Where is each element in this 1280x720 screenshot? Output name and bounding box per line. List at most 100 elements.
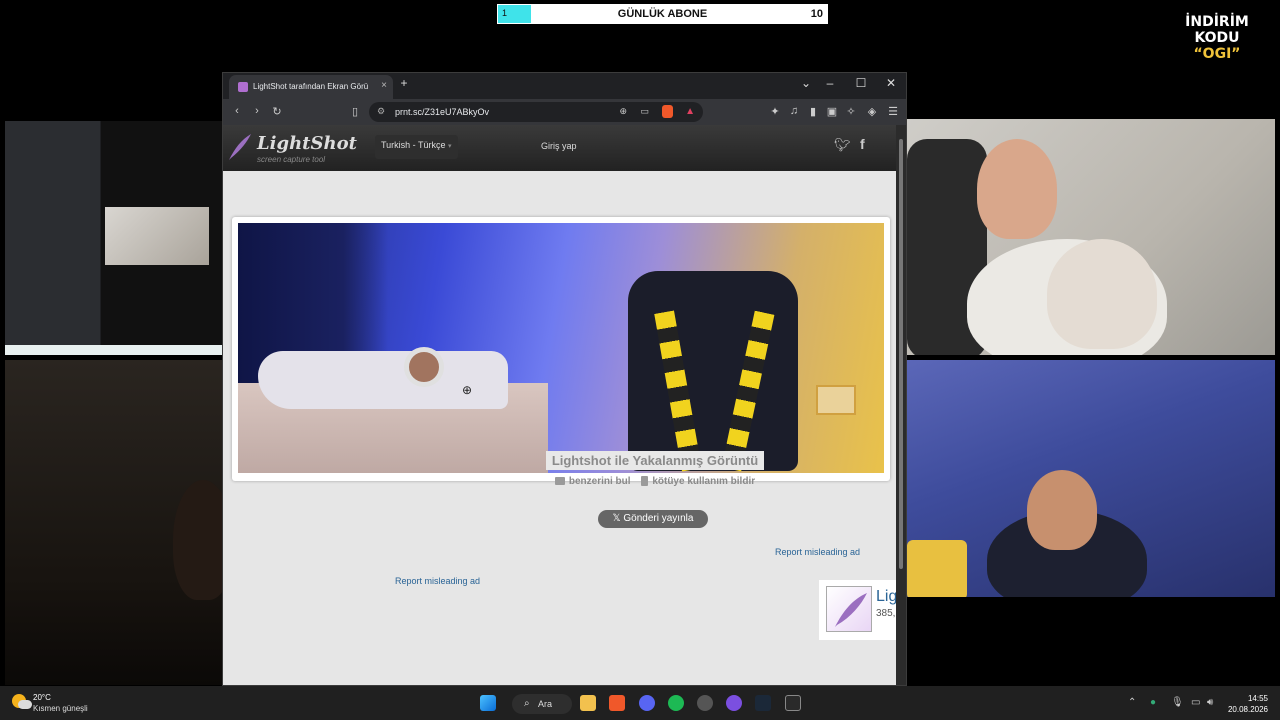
address-bar[interactable]: ⚙ prnt.sc/Z31eU7ABkyOv ⊕ ▭ ▲ (369, 102, 703, 122)
tab-close-icon[interactable]: × (381, 80, 387, 91)
screenshot-frame: ⊕ (232, 217, 890, 481)
cast-icon[interactable]: ▭ (640, 106, 649, 117)
browser-toolbar: ‹ › ↻ ▯ ⚙ prnt.sc/Z31eU7ABkyOv ⊕ ▭ ▲ ✦ ♫… (223, 99, 906, 125)
new-tab-button[interactable]: + (393, 76, 415, 90)
twitter-icon[interactable]: 🐦︎ (834, 137, 851, 153)
webcam-left-person (173, 480, 223, 600)
report-abuse-link[interactable]: kötüye kullanım bildir (641, 476, 755, 487)
site-info-icon[interactable]: ⚙ (377, 106, 385, 117)
webcam-top-right-cat (1047, 239, 1157, 349)
taskbar-clock[interactable]: 14:55 20.08.2026 (1228, 693, 1268, 715)
chat-app-sidebar (5, 121, 100, 345)
lightshot-header: LightShot screen capture tool Turkish - … (223, 125, 898, 171)
x-logo-icon: 𝕏 (612, 513, 624, 524)
post-button-label: Gönderi yayınla (623, 513, 694, 524)
scrollbar-thumb[interactable] (899, 139, 903, 569)
windows-taskbar: 20°C Kısmen güneşli ⌕ Ara ⌃ ● 🎙︎ ▭ 🔊︎ 14… (0, 686, 1280, 720)
webcam-bottom-right (907, 360, 1275, 597)
clock-time: 14:55 (1247, 694, 1268, 703)
lightshot-promo-feather-icon (826, 586, 872, 632)
webcam-top-right-head (977, 139, 1057, 239)
screenshot-image[interactable]: ⊕ (238, 223, 884, 473)
screenshot-person-head (404, 347, 444, 387)
screenshot-wall-outlet (816, 385, 856, 415)
windows-start-icon[interactable] (480, 695, 496, 711)
zoom-icon[interactable]: ⊕ (619, 106, 627, 117)
login-link[interactable]: Giriş yap (541, 141, 577, 151)
back-arrow-icon[interactable]: ‹ (229, 105, 245, 117)
menu-icon[interactable]: ☰ (885, 105, 901, 118)
network-icon[interactable]: ▭ (1191, 697, 1200, 708)
weather-description[interactable]: Kısmen güneşli (33, 704, 88, 713)
address-url: prnt.sc/Z31eU7ABkyOv (395, 107, 490, 117)
lightshot-promo-card[interactable]: Lig 385, (819, 580, 898, 640)
tray-overflow-icon[interactable]: ⌃ (1128, 697, 1136, 708)
discount-code-overlay: İNDİRİM KODU “OGI” (1162, 14, 1272, 62)
wallet-icon[interactable]: ▣ (824, 105, 840, 118)
facebook-icon[interactable]: f (860, 136, 865, 152)
promo-card-subtitle: 385, (876, 608, 896, 619)
screenshot-sleeping-person (258, 351, 508, 409)
microphone-icon[interactable]: 🎙︎ (1171, 697, 1184, 708)
weather-temperature[interactable]: 20°C (33, 693, 51, 702)
lightshot-favicon-icon (238, 82, 248, 92)
tab-bar: LightShot tarafından Ekran Görü × + ⌄ – … (223, 73, 906, 99)
steam-icon[interactable] (755, 695, 771, 711)
discount-code-label: İNDİRİM KODU (1185, 14, 1249, 46)
bookmark-icon[interactable]: ▯ (347, 105, 363, 118)
taskbar-search[interactable]: ⌕ Ara (512, 694, 572, 714)
forward-arrow-icon[interactable]: › (249, 105, 265, 117)
tab-search-icon[interactable]: ⌄ (795, 76, 817, 90)
page-scrollbar[interactable] (896, 125, 906, 685)
media-icon[interactable]: ♫ (786, 105, 802, 117)
reload-icon[interactable]: ↻ (269, 105, 285, 118)
language-selector-value: Turkish - Türkçe (381, 140, 446, 150)
screenshot-info: Lightshot ile Yakalanmış Görüntü benzeri… (533, 451, 777, 487)
lightshot-page: LightShot screen capture tool Turkish - … (223, 125, 898, 685)
taskbar-search-label: Ara (538, 699, 553, 709)
subscriber-goal-count: 10 (810, 8, 823, 20)
webcam-bottom-right-head (1027, 470, 1097, 550)
tab-title: LightShot tarafından Ekran Görü (253, 82, 369, 91)
brave-browser-icon[interactable] (609, 695, 625, 711)
browser-tab-lightshot[interactable]: LightShot tarafından Ekran Görü × (229, 75, 393, 99)
browser-window: LightShot tarafından Ekran Görü × + ⌄ – … (222, 72, 907, 686)
leo-ai-icon[interactable]: ✧ (843, 105, 859, 118)
zoom-cursor-icon: ⊕ (462, 383, 473, 397)
lightshot-logo-subtitle: screen capture tool (257, 155, 326, 164)
report-misleading-ad-link-1[interactable]: Report misleading ad (775, 547, 860, 557)
spotify-icon[interactable] (668, 695, 684, 711)
tray-app-icon[interactable]: ● (1150, 697, 1156, 708)
screenshot-title: Lightshot ile Yakalanmış Görüntü (545, 451, 765, 470)
chevron-down-icon: ▾ (448, 143, 452, 150)
epic-games-icon[interactable] (785, 695, 801, 711)
embedded-video-preview (105, 207, 209, 265)
post-on-x-button[interactable]: 𝕏 Gönderi yayınla (598, 510, 708, 528)
minimize-button[interactable]: – (819, 76, 841, 90)
discord-icon[interactable] (639, 695, 655, 711)
screenshot-gaming-chair (628, 271, 798, 471)
volume-icon[interactable]: 🔊︎ (1207, 697, 1213, 708)
lightshot-feather-icon (229, 134, 251, 160)
clock-date: 20.08.2026 (1227, 705, 1268, 714)
language-selector[interactable]: Turkish - Türkçe ▾ (375, 135, 458, 159)
brave-rewards-icon[interactable]: ▲ (685, 106, 695, 117)
find-similar-link[interactable]: benzerini bul (554, 476, 631, 487)
brave-shield-icon[interactable] (662, 105, 673, 118)
camera-icon (554, 477, 565, 486)
obs-studio-icon[interactable] (697, 695, 713, 711)
webcam-left (5, 360, 223, 685)
extensions-icon[interactable]: ✦ (767, 105, 783, 118)
search-icon: ⌕ (524, 698, 530, 709)
daily-subscriber-bar: 1 GÜNLÜK ABONE 10 (497, 4, 828, 24)
webcam-top-right (907, 119, 1275, 355)
sidebar-icon[interactable]: ▮ (805, 105, 821, 118)
report-misleading-ad-link-2[interactable]: Report misleading ad (395, 576, 480, 586)
close-window-button[interactable]: ✕ (880, 76, 902, 90)
vpn-icon[interactable]: ◈ (864, 105, 880, 118)
file-explorer-icon[interactable] (580, 695, 596, 711)
maximize-button[interactable]: ☐ (850, 76, 872, 90)
app-purple-icon[interactable] (726, 695, 742, 711)
lightshot-logo[interactable]: LightShot (257, 133, 357, 154)
weather-icon[interactable] (12, 694, 32, 710)
